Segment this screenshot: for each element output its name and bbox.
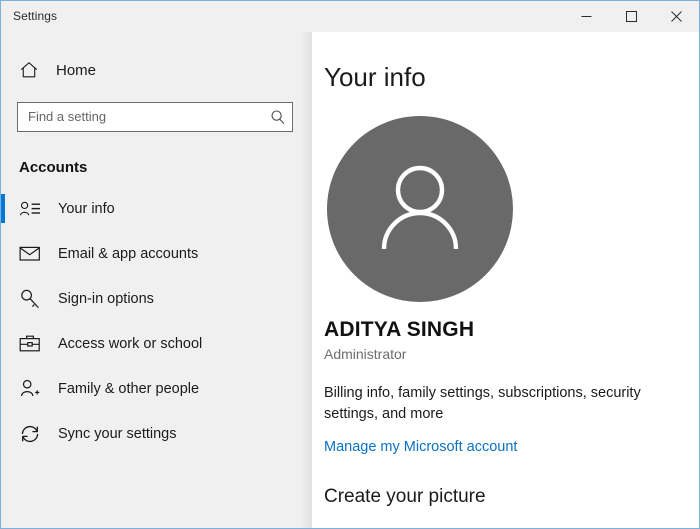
sidebar-item-email-app-accounts[interactable]: Email & app accounts [1,231,312,276]
window-controls [564,1,699,32]
briefcase-icon [19,333,41,355]
manage-microsoft-account-link[interactable]: Manage my Microsoft account [324,439,517,455]
minimize-icon [581,16,592,17]
sidebar-item-access-work-or-school[interactable]: Access work or school [1,321,312,366]
window-body: Home Accounts [1,32,699,528]
close-button[interactable] [654,1,699,32]
sidebar-item-label: Access work or school [58,335,203,352]
sidebar-nav-list: Your info Email & app accounts Sign-in o… [1,186,312,456]
sidebar-section-title: Accounts [19,159,88,176]
window-title: Settings [13,9,58,23]
search-input[interactable] [18,104,264,130]
sidebar-item-sign-in-options[interactable]: Sign-in options [1,276,312,321]
envelope-icon [19,243,41,265]
maximize-icon [626,11,637,22]
sidebar-item-label: Your info [58,200,115,217]
contact-card-icon [19,198,41,220]
sidebar-item-label: Sync your settings [58,425,177,442]
sidebar-item-family-other-people[interactable]: Family & other people [1,366,312,411]
sidebar-item-label: Email & app accounts [58,245,199,262]
maximize-button[interactable] [609,1,654,32]
search-button[interactable] [264,103,292,131]
sidebar-item-label: Family & other people [58,380,200,397]
sidebar: Home Accounts [1,32,312,528]
sidebar-item-your-info[interactable]: Your info [1,186,312,231]
sync-icon [19,423,41,445]
home-icon [20,62,38,78]
sidebar-item-label: Sign-in options [58,290,154,307]
search-box[interactable] [17,102,293,132]
page-title: Your info [324,62,426,92]
main-content: Your info ADITYA SINGH Administrator Bil… [312,32,699,528]
close-icon [671,11,682,22]
sidebar-item-sync-your-settings[interactable]: Sync your settings [1,411,312,456]
account-role: Administrator [324,346,407,362]
person-add-icon [19,378,41,400]
create-picture-title: Create your picture [324,486,486,507]
search-icon [271,110,285,124]
home-label: Home [56,61,97,79]
key-icon [19,288,41,310]
account-name: ADITYA SINGH [324,318,475,341]
sidebar-item-home[interactable]: Home [1,50,312,90]
account-description: Billing info, family settings, subscript… [324,385,641,422]
title-bar: Settings [1,1,699,32]
avatar [327,116,513,302]
minimize-button[interactable] [564,1,609,32]
person-avatar-icon [381,165,459,250]
settings-window: Settings Home Find a setting Accounts Yo… [0,0,700,529]
